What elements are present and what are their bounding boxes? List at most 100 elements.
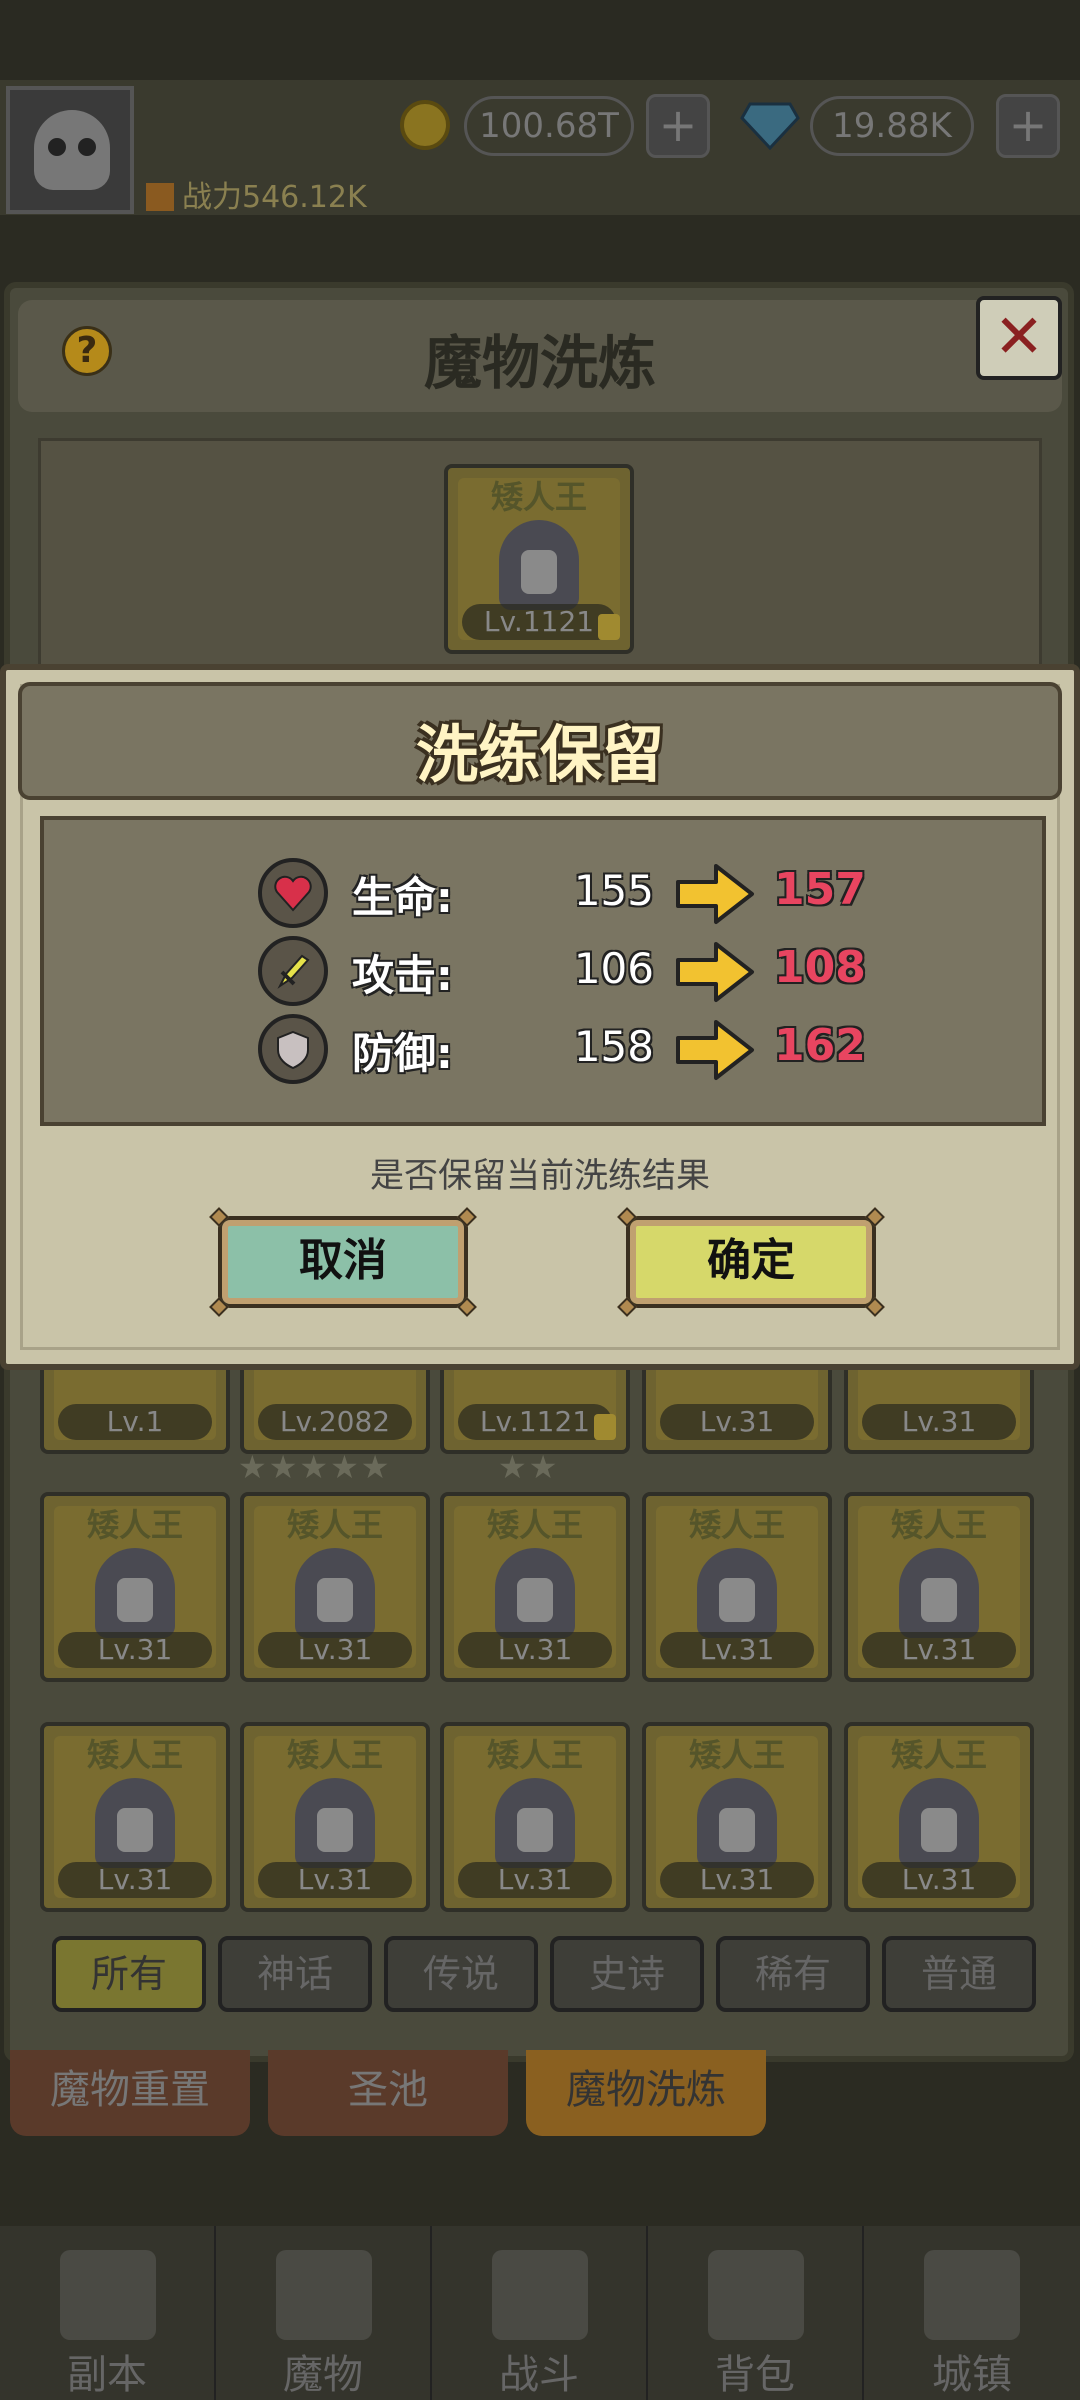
stat-old-value: 158 [573, 1022, 654, 1071]
monster-name: 矮人王 [688, 1736, 785, 1774]
monster-card[interactable]: 矮人王 Lv.31 [642, 1722, 832, 1912]
gem-icon [740, 102, 800, 150]
arrow-right-icon [676, 942, 754, 1002]
player-avatar[interactable] [6, 86, 134, 214]
monster-level: Lv.1 [58, 1404, 212, 1440]
monster-level: Lv.1121 [462, 604, 616, 640]
refine-keep-dialog: 洗练保留 生命: 155 157 攻击: 106 108 防御: 158 162… [0, 664, 1080, 1370]
monster-card[interactable]: 矮人王 Lv.31 [240, 1722, 430, 1912]
backpack-icon [708, 2250, 804, 2340]
monster-card[interactable]: 矮人王 Lv.31 [642, 1492, 832, 1682]
nav-town[interactable]: 城镇 [864, 2226, 1080, 2400]
confirm-button[interactable]: 确定 [617, 1207, 885, 1317]
monster-card[interactable]: 矮人王 Lv.31 [440, 1492, 630, 1682]
stat-new-value: 157 [774, 864, 866, 915]
monster-level: Lv.31 [458, 1862, 612, 1898]
crossed-swords-icon [492, 2250, 588, 2340]
monster-name: 矮人王 [490, 478, 587, 516]
stat-old-value: 155 [573, 866, 654, 915]
lock-icon [594, 1414, 616, 1440]
map-icon [60, 2250, 156, 2340]
nav-label: 城镇 [932, 2352, 1012, 2398]
monster-name: 矮人王 [486, 1506, 583, 1544]
arrow-right-icon [676, 1020, 754, 1080]
dwarf-king-portrait [295, 1778, 375, 1868]
stat-new-value: 108 [774, 942, 866, 993]
close-button[interactable]: ✕ [976, 296, 1062, 380]
dwarf-king-portrait [899, 1548, 979, 1638]
monster-card[interactable]: 矮人王 Lv.31 [440, 1722, 630, 1912]
rarity-filter-bar: 所有 神话 传说 史诗 稀有 普通 [38, 1936, 1042, 2020]
selected-monster-card[interactable]: 矮人王 Lv.1121 [444, 464, 634, 654]
nav-dungeon[interactable]: 副本 [0, 2226, 216, 2400]
star-rating: ★★ [498, 1448, 560, 1486]
stat-label: 攻击: [352, 951, 453, 1000]
dialog-header: 洗练保留 [18, 682, 1062, 800]
filter-all[interactable]: 所有 [52, 1936, 206, 2012]
combat-power-value: 战力546.12K [182, 180, 367, 215]
dwarf-king-portrait [95, 1548, 175, 1638]
stat-row-attack: 攻击: 106 108 [44, 936, 1050, 1008]
stat-new-value: 162 [774, 1020, 866, 1071]
nav-monster[interactable]: 魔物 [216, 2226, 432, 2400]
nav-label: 副本 [67, 2352, 147, 2398]
monster-level: Lv.31 [862, 1632, 1016, 1668]
monster-icon [276, 2250, 372, 2340]
filter-epic[interactable]: 史诗 [550, 1936, 704, 2012]
monster-name: 矮人王 [486, 1736, 583, 1774]
monster-level: Lv.31 [660, 1632, 814, 1668]
dwarf-king-portrait [499, 520, 579, 610]
monster-level: Lv.31 [58, 1862, 212, 1898]
filter-legendary[interactable]: 传说 [384, 1936, 538, 2012]
help-icon[interactable]: ? [62, 326, 112, 376]
gold-amount: 100.68T [464, 96, 634, 156]
stats-comparison: 生命: 155 157 攻击: 106 108 防御: 158 162 [40, 816, 1046, 1126]
monster-card[interactable]: 矮人王 Lv.31 [844, 1492, 1034, 1682]
monster-card[interactable]: 矮人王 Lv.31 [40, 1492, 230, 1682]
tab-holy-pool[interactable]: 圣池 [268, 2050, 508, 2136]
monster-level: Lv.31 [458, 1632, 612, 1668]
dwarf-king-portrait [95, 1778, 175, 1868]
top-decor-strip [0, 0, 1080, 80]
confirm-label: 确定 [707, 1235, 795, 1286]
coin-icon [400, 100, 450, 150]
monster-card[interactable]: 矮人王 Lv.31 [240, 1492, 430, 1682]
monster-level: Lv.31 [58, 1632, 212, 1668]
add-gem-button[interactable]: + [996, 94, 1060, 158]
nav-bag[interactable]: 背包 [648, 2226, 864, 2400]
fist-icon [146, 183, 174, 211]
filter-mythic[interactable]: 神话 [218, 1936, 372, 2012]
skull-icon [34, 110, 110, 190]
filter-common[interactable]: 普通 [882, 1936, 1036, 2012]
monster-name: 矮人王 [286, 1506, 383, 1544]
heart-icon [258, 858, 328, 928]
nav-battle[interactable]: 战斗 [432, 2226, 648, 2400]
monster-level: Lv.31 [660, 1404, 814, 1440]
monster-card[interactable]: 矮人王 Lv.31 [40, 1722, 230, 1912]
stat-row-hp: 生命: 155 157 [44, 858, 1050, 930]
monster-name: 矮人王 [688, 1506, 785, 1544]
castle-icon [924, 2250, 1020, 2340]
monster-name: 矮人王 [86, 1736, 183, 1774]
dwarf-king-portrait [295, 1548, 375, 1638]
dwarf-king-portrait [899, 1778, 979, 1868]
monster-level: Lv.2082 [258, 1404, 412, 1440]
tab-monster-refine[interactable]: 魔物洗炼 [526, 2050, 766, 2136]
stat-row-defense: 防御: 158 162 [44, 1014, 1050, 1086]
monster-level: Lv.31 [862, 1862, 1016, 1898]
add-gold-button[interactable]: + [646, 94, 710, 158]
nav-label: 背包 [715, 2352, 795, 2398]
monster-card[interactable]: 矮人王 Lv.31 [844, 1722, 1034, 1912]
stat-label: 防御: [352, 1029, 453, 1078]
cancel-label: 取消 [299, 1235, 387, 1286]
dwarf-king-portrait [495, 1548, 575, 1638]
nav-label: 魔物 [283, 2352, 363, 2398]
panel-title: 魔物洗炼 [423, 329, 656, 397]
monster-name: 矮人王 [86, 1506, 183, 1544]
monster-level: Lv.31 [862, 1404, 1016, 1440]
dwarf-king-portrait [697, 1778, 777, 1868]
cancel-button[interactable]: 取消 [209, 1207, 477, 1317]
nav-label: 战斗 [499, 2352, 579, 2398]
tab-monster-reset[interactable]: 魔物重置 [10, 2050, 250, 2136]
filter-rare[interactable]: 稀有 [716, 1936, 870, 2012]
